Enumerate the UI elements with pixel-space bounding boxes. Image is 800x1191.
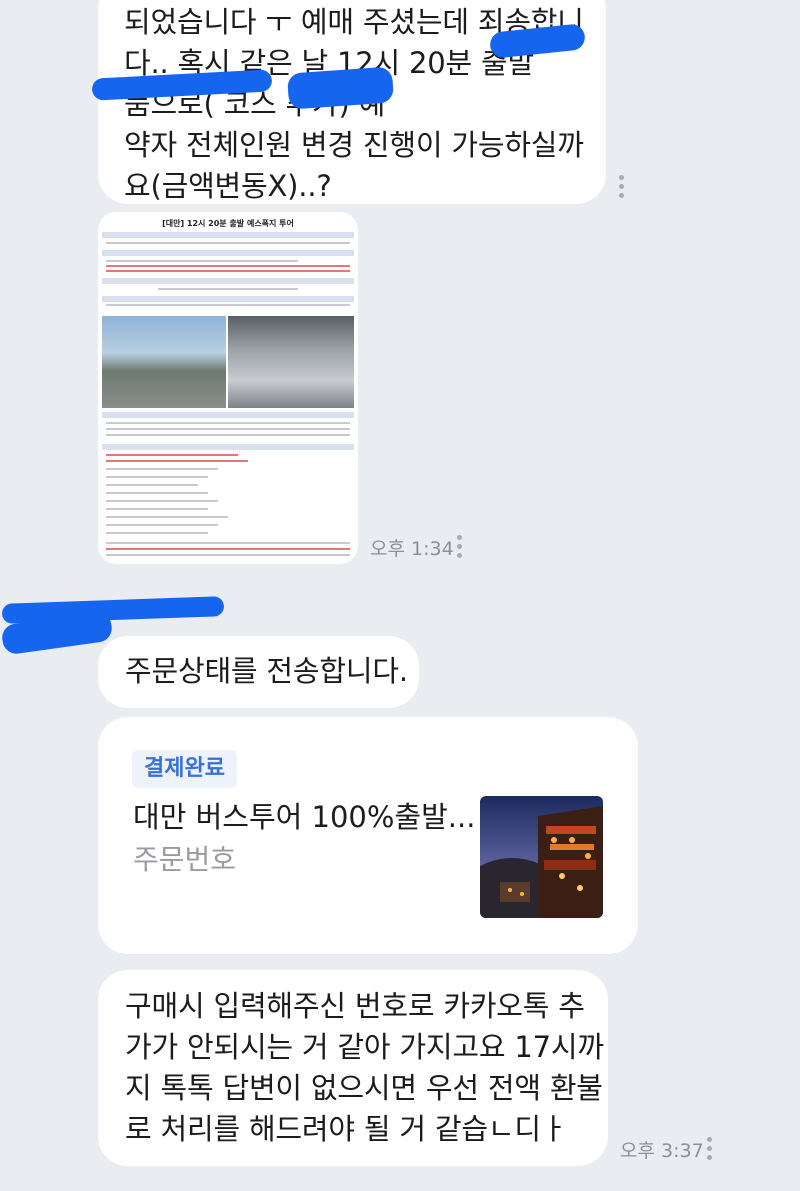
more-options-icon[interactable] [619,175,625,202]
doc-text-line [106,508,208,510]
doc-text-line [106,304,350,306]
doc-text-line [106,524,218,526]
doc-section-band [102,278,354,284]
doc-text-line [106,532,208,534]
tour-document-image[interactable]: [대만] 12시 20분 출발 예스폭지 투어 [98,212,358,564]
doc-text-line [106,422,350,424]
doc-text-line [106,554,350,556]
doc-text-line [106,454,238,456]
doc-text-line [106,516,228,518]
redaction-scribble [286,66,395,110]
message-bubble-3[interactable]: 주문상태를 전송합니다. [98,636,419,708]
order-number-label: 주문번호 [133,843,237,876]
timestamp: 오후 3:37 [620,1140,704,1162]
doc-text-line [106,265,350,267]
doc-text-line [158,288,298,290]
doc-text-line [106,484,198,486]
doc-section-band [102,250,354,256]
doc-text-line [106,260,298,262]
doc-section-band [102,232,354,238]
doc-photo-station [228,316,354,408]
doc-text-line [106,242,350,244]
product-thumbnail [480,796,603,918]
doc-text-line [106,548,350,550]
doc-section-band [102,296,354,302]
sender-name-redaction [1,596,225,624]
order-product-name[interactable]: 대만 버스투어 100%출발... [133,797,475,837]
doc-text-line [106,270,350,272]
doc-text-line [106,460,248,462]
doc-section-band [102,412,354,418]
doc-text-line [106,434,350,436]
doc-photo-street [102,316,226,408]
more-options-icon[interactable] [707,1137,713,1164]
doc-text-line [106,500,218,502]
more-options-icon[interactable] [457,535,463,562]
doc-text-line [106,492,208,494]
message-text-5: 구매시 입력해주신 번호로 카카오톡 추 가가 안되시는 거 같아 가지고요 1… [125,989,604,1146]
message-bubble-5[interactable]: 구매시 입력해주신 번호로 카카오톡 추 가가 안되시는 거 같아 가지고요 1… [98,970,608,1166]
doc-section-band [102,444,354,450]
document-title: [대만] 12시 20분 출발 예스폭지 투어 [162,219,294,228]
doc-text-line [106,468,218,470]
doc-text-line [106,476,208,478]
doc-text-line [106,428,350,430]
timestamp: 오후 1:34 [370,538,454,560]
payment-complete-badge: 결제완료 [132,750,237,788]
doc-text-line [106,542,350,544]
message-text-3: 주문상태를 전송합니다. [125,654,408,688]
night-village-photo [480,796,603,918]
